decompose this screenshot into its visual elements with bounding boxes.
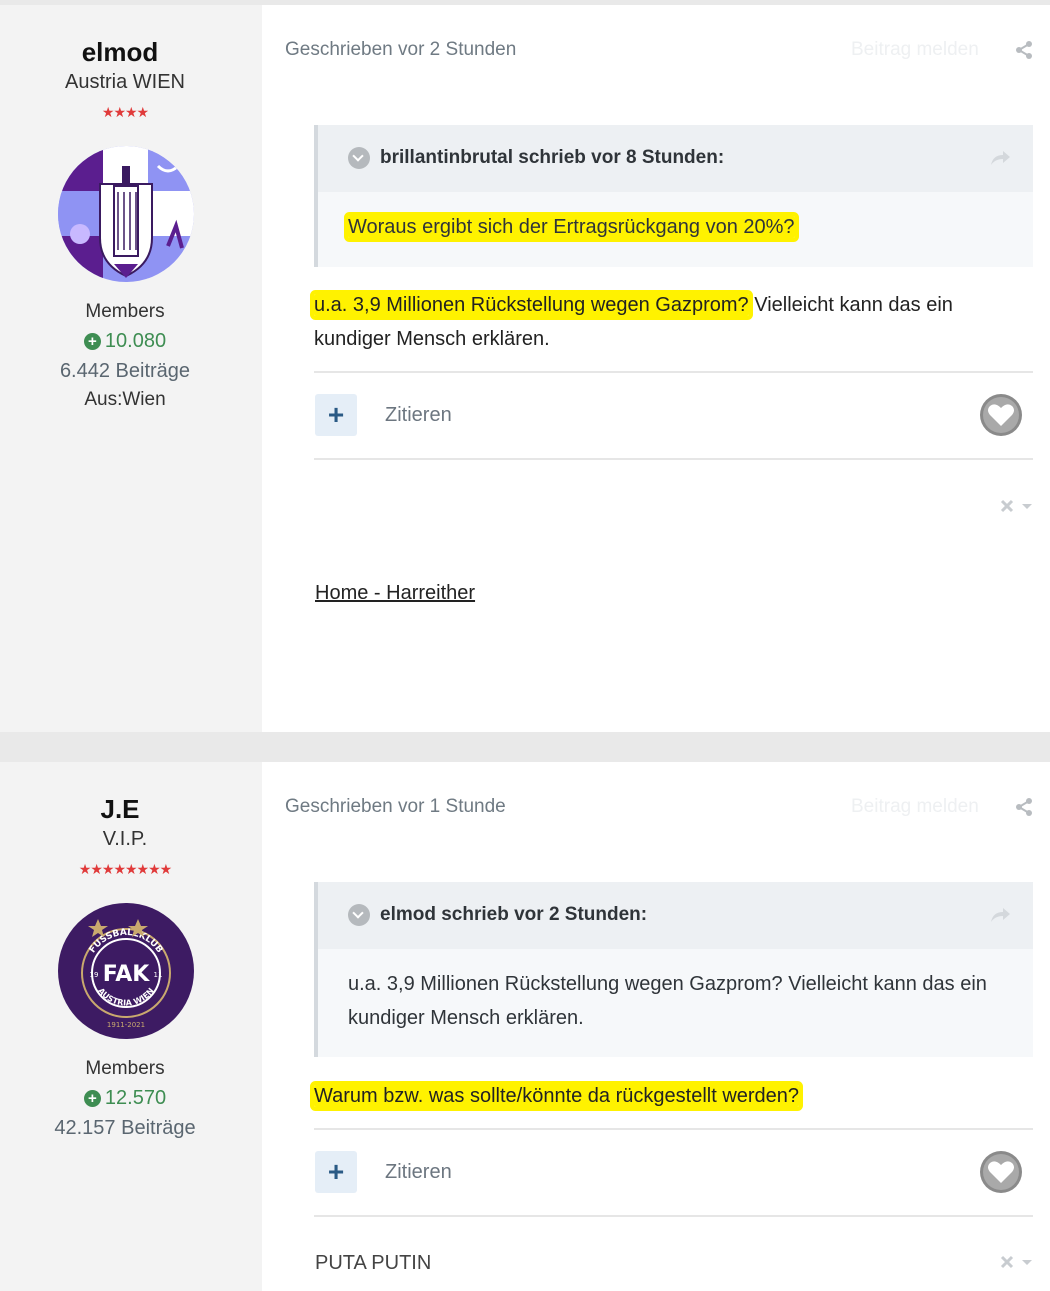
author-title: Austria WIEN: [64, 71, 186, 93]
badge-year-left: 19: [90, 971, 99, 979]
quote-text: Woraus ergibt sich der Ertragsrückgang v…: [348, 210, 1003, 244]
author-title: V.I.P.: [102, 828, 148, 850]
quote-button[interactable]: Zitieren: [385, 404, 452, 427]
moderation-icon[interactable]: [1000, 1255, 1034, 1269]
heart-icon[interactable]: [979, 1150, 1023, 1194]
moderation-icon[interactable]: [1000, 499, 1034, 513]
forum-post: J.E V.I.P. ★★★★★★★★ FUSSBALLKLUB AUSTRIA…: [0, 762, 1050, 1291]
signature-text: PUTA PUTIN: [315, 1252, 432, 1274]
author-group: Members: [85, 1058, 165, 1079]
share-icon[interactable]: [1014, 797, 1034, 817]
author-name[interactable]: elmod: [0, 37, 240, 68]
author-location: Aus:Wien: [84, 389, 166, 410]
signature-link[interactable]: Home - Harreither: [315, 582, 475, 605]
reputation-badge[interactable]: +12.570: [0, 1087, 250, 1110]
divider: [314, 1128, 1033, 1130]
divider: [314, 1215, 1033, 1217]
post-count[interactable]: 42.157 Beiträge: [0, 1117, 250, 1140]
forum-post: elmod Austria WIEN ★★★★ Members + 10.080…: [0, 5, 1050, 732]
quote-header: brillantinbrutal schrieb vor 8 Stunden:: [318, 125, 1033, 192]
heart-icon[interactable]: [979, 393, 1023, 437]
multiquote-button[interactable]: +: [315, 394, 357, 436]
post-date[interactable]: Geschrieben vor 2 Stunden: [285, 39, 516, 61]
quote-text: u.a. 3,9 Millionen Rückstellung wegen Ga…: [348, 973, 987, 1029]
badge-year-right: 11: [154, 971, 163, 979]
post-count[interactable]: 6.442 Beiträge: [0, 360, 250, 383]
post-body: u.a. 3,9 Millionen Rückstellung wegen Ga…: [314, 288, 1014, 356]
highlighted-text: Woraus ergibt sich der Ertragsrückgang v…: [348, 216, 795, 238]
badge-monogram: FAK: [103, 962, 151, 987]
badge-years: 1911-2021: [107, 1021, 145, 1029]
quote-button[interactable]: Zitieren: [385, 1161, 452, 1184]
reputation-value: 10.080: [104, 330, 167, 352]
report-post-link[interactable]: Beitrag melden: [851, 39, 979, 61]
avatar[interactable]: [58, 146, 194, 282]
avatar-image: FUSSBALLKLUB AUSTRIA WIEN FAK 19 11 1911…: [58, 903, 194, 1039]
report-post-link[interactable]: Beitrag melden: [851, 796, 979, 818]
plus-icon: +: [83, 1090, 101, 1107]
quote-block: elmod schrieb vor 2 Stunden: u.a. 3,9 Mi…: [314, 882, 1033, 1057]
multiquote-button[interactable]: +: [315, 1151, 357, 1193]
quote-link-icon[interactable]: [989, 147, 1011, 169]
plus-icon: +: [83, 333, 101, 350]
post-body: Warum bzw. was sollte/könnte da rückgest…: [314, 1079, 1014, 1113]
post-date[interactable]: Geschrieben vor 1 Stunde: [285, 796, 506, 818]
quote-link-icon[interactable]: [989, 904, 1011, 926]
avatar[interactable]: FUSSBALLKLUB AUSTRIA WIEN FAK 19 11 1911…: [58, 903, 194, 1039]
avatar-image: [58, 146, 194, 282]
author-group: Members: [85, 301, 165, 322]
quote-toggle-icon[interactable]: [348, 147, 370, 169]
quote-toggle-icon[interactable]: [348, 904, 370, 926]
quote-header: elmod schrieb vor 2 Stunden:: [318, 882, 1033, 949]
quote-citation: elmod schrieb vor 2 Stunden:: [380, 904, 648, 925]
share-icon[interactable]: [1014, 40, 1034, 60]
quote-block: brillantinbrutal schrieb vor 8 Stunden: …: [314, 125, 1033, 267]
divider: [314, 371, 1033, 373]
quote-citation: brillantinbrutal schrieb vor 8 Stunden:: [380, 147, 725, 168]
rank-stars: ★★★★: [101, 104, 149, 120]
highlighted-text: Warum bzw. was sollte/könnte da rückgest…: [314, 1085, 800, 1107]
author-name[interactable]: J.E: [0, 794, 240, 825]
divider: [314, 458, 1033, 460]
rank-stars: ★★★★★★★★: [78, 861, 172, 877]
author-panel: elmod Austria WIEN ★★★★ Members + 10.080…: [0, 5, 262, 732]
author-panel: J.E V.I.P. ★★★★★★★★ FUSSBALLKLUB AUSTRIA…: [0, 762, 262, 1291]
reputation-value: 12.570: [104, 1087, 167, 1109]
highlighted-text: u.a. 3,9 Millionen Rückstellung wegen Ga…: [314, 294, 749, 316]
reputation-badge[interactable]: +10.080: [0, 330, 250, 353]
